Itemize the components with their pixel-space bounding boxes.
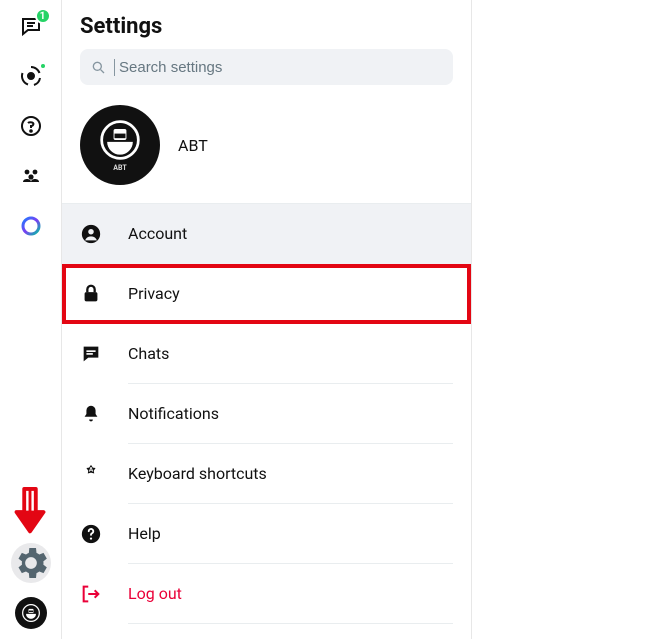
menu-item-chats[interactable]: Chats <box>62 324 471 384</box>
profile-row[interactable]: ABT ABT <box>62 97 471 204</box>
menu-label: Help <box>128 504 453 564</box>
account-icon <box>80 223 102 245</box>
menu-label: Chats <box>128 324 453 384</box>
status-nav-icon[interactable] <box>19 64 43 88</box>
empty-content-area <box>472 0 668 639</box>
menu-label: Keyboard shortcuts <box>128 444 453 504</box>
status-dot <box>39 62 47 70</box>
communities-nav-icon[interactable] <box>19 164 43 188</box>
svg-text:A: A <box>89 465 94 473</box>
menu-label: Account <box>128 204 453 264</box>
help-icon <box>80 523 102 545</box>
profile-name: ABT <box>178 136 208 155</box>
menu-label: Log out <box>128 564 453 624</box>
chat-icon <box>80 343 102 365</box>
menu-item-privacy[interactable]: Privacy <box>62 264 471 324</box>
menu-label: Notifications <box>128 384 453 444</box>
lock-icon <box>80 283 102 305</box>
annotation-arrow <box>10 487 50 541</box>
channels-nav-icon[interactable] <box>19 114 43 138</box>
unread-badge: 1 <box>35 8 51 24</box>
menu-item-keyboard[interactable]: A Keyboard shortcuts <box>62 444 471 504</box>
menu-item-logout[interactable]: Log out <box>62 564 471 624</box>
settings-panel: Settings ABT ABT <box>62 0 472 639</box>
menu-label: Privacy <box>128 264 453 324</box>
menu-item-notifications[interactable]: Notifications <box>62 384 471 444</box>
keyboard-icon: A <box>80 463 102 485</box>
logout-icon <box>80 583 102 605</box>
meta-ai-nav-icon[interactable] <box>19 214 43 238</box>
menu-item-account[interactable]: Account <box>62 204 471 264</box>
bell-icon <box>80 403 102 425</box>
menu-item-help[interactable]: Help <box>62 504 471 564</box>
profile-avatar: ABT <box>80 105 160 185</box>
search-settings[interactable] <box>80 49 453 85</box>
avatar-label: ABT <box>113 164 126 172</box>
profile-avatar-small[interactable] <box>15 597 47 629</box>
search-icon <box>90 59 106 75</box>
chats-nav-icon[interactable]: 1 <box>19 14 43 38</box>
settings-menu: Account Privacy Chats Notifications <box>62 204 471 639</box>
search-input[interactable] <box>114 59 443 76</box>
page-title: Settings <box>80 14 453 39</box>
settings-gear-button[interactable] <box>11 543 51 583</box>
nav-rail: 1 <box>0 0 62 639</box>
